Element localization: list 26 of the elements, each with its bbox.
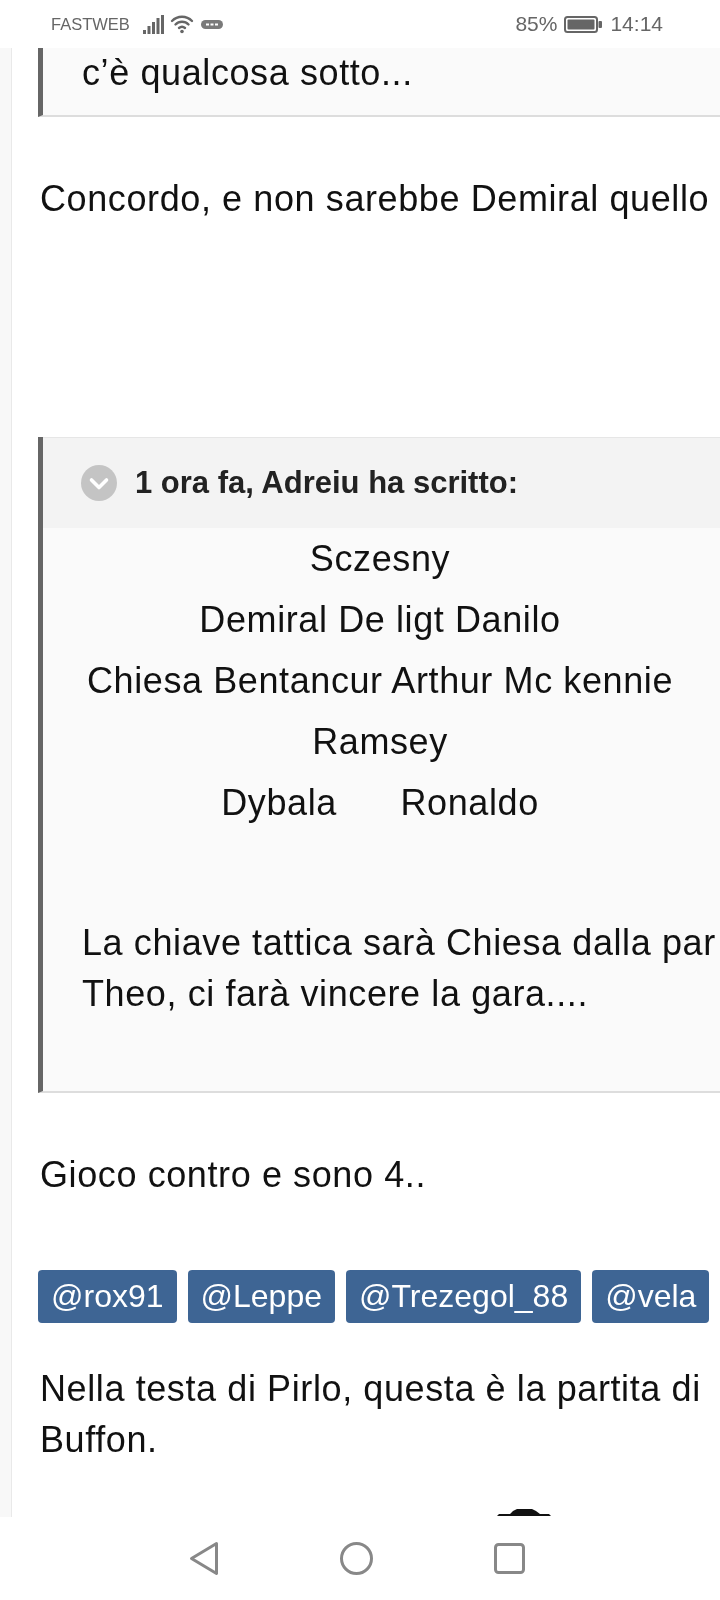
post-text: Gioco contro e sono 4..	[40, 1153, 427, 1197]
home-icon[interactable]	[340, 1542, 373, 1575]
quote-text: c’è qualcosa sotto...	[82, 51, 413, 95]
mention-tag[interactable]: @Trezegol_88	[346, 1270, 582, 1323]
battery-percentage: 85%	[515, 12, 558, 36]
cropped-image	[497, 1509, 551, 1516]
quote-line: Ramsey	[312, 720, 448, 764]
post-text: Concordo, e non sarebbe Demiral quello	[40, 177, 710, 221]
quote-line: Dybala Ronaldo	[221, 781, 539, 825]
battery-icon	[564, 15, 603, 33]
carrier-name: FASTWEB	[51, 14, 130, 34]
post-text: Nella testa di Pirlo, questa è la partita di Buffon.	[40, 1367, 701, 1462]
recents-icon[interactable]	[494, 1543, 525, 1574]
mention-tag[interactable]: @Leppe	[187, 1270, 335, 1323]
quote-line: Demiral De ligt Danilo	[199, 598, 561, 642]
quote-line: Sczesny	[309, 537, 451, 581]
quote-text: La chiave tattica sarà Chiesa dalla par Theo, ci farà vincere la gara....	[82, 921, 716, 1016]
back-icon[interactable]	[189, 1541, 219, 1576]
quote-attribution: 1 ora fa, Adreiu ha scritto:	[135, 464, 518, 502]
status-pill-icon	[200, 19, 223, 29]
mention-tag[interactable]: @vela	[592, 1270, 710, 1323]
clock-time: 14:14	[610, 12, 663, 36]
mention-tag[interactable]: @rox91	[38, 1270, 177, 1323]
signal-icon	[142, 14, 164, 34]
wifi-icon	[169, 14, 194, 34]
quote-line: Chiesa Bentancur Arthur Mc kennie	[86, 659, 674, 703]
